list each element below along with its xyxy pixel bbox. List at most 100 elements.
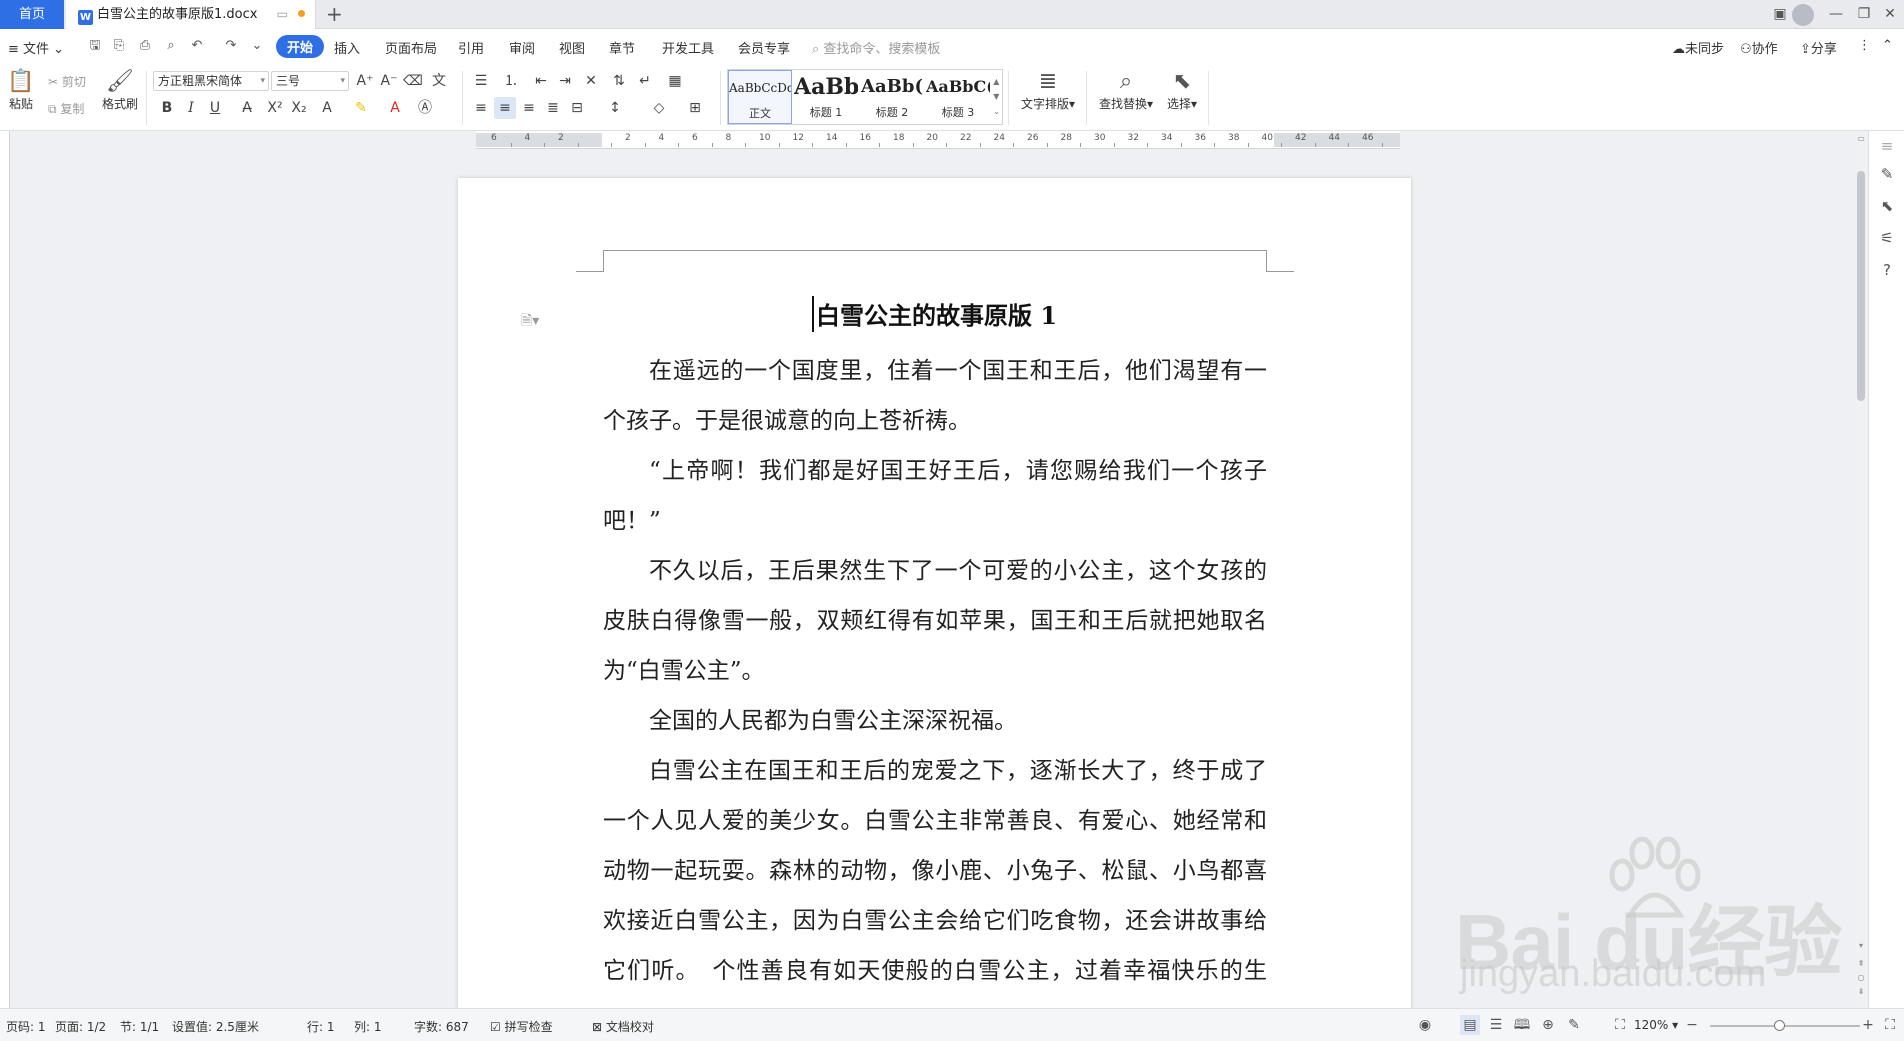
font-name-select[interactable]: 方正粗黑宋简体 ▾ bbox=[153, 71, 269, 91]
command-search[interactable]: ⌕ 查找命令、搜索模板 bbox=[812, 38, 940, 57]
restore-icon[interactable]: ❐ bbox=[1850, 0, 1878, 29]
menu-start[interactable]: 开始 bbox=[276, 35, 325, 58]
highlight-icon[interactable]: ✎ bbox=[350, 97, 372, 119]
line-spacing-icon[interactable]: ↕ bbox=[604, 97, 626, 119]
style-heading-1[interactable]: AaBb 标题 1 bbox=[794, 70, 858, 124]
zoom-slider-handle[interactable] bbox=[1774, 1020, 1785, 1031]
find-replace-button[interactable]: ⌕ 查找替换▾ bbox=[1096, 69, 1156, 112]
subscript-icon[interactable]: X₂ bbox=[288, 97, 310, 119]
select-cursor-icon[interactable]: ⬉ bbox=[1878, 197, 1896, 215]
select-button[interactable]: ⬉ 选择▾ bbox=[1162, 69, 1202, 112]
scroll-thumb[interactable] bbox=[1857, 171, 1865, 401]
outline-view-icon[interactable]: ☰ bbox=[1486, 1015, 1506, 1035]
font-size-select[interactable]: 三号 ▾ bbox=[271, 71, 349, 91]
table-tools-icon[interactable]: ▦ bbox=[664, 70, 686, 92]
menu-page-layout[interactable]: 页面布局 bbox=[385, 38, 437, 57]
fit-page-icon[interactable]: ⛶ bbox=[1610, 1015, 1630, 1035]
text-effect-icon[interactable]: A bbox=[316, 97, 338, 119]
document-page[interactable]: 🗎▾ 白雪公主的故事原版 1 在遥远的一个国度里，住着一个国王和王后，他们渴望有… bbox=[458, 178, 1411, 1008]
menu-reference[interactable]: 引用 bbox=[458, 38, 484, 57]
collab-button[interactable]: ⚇协作 bbox=[1740, 38, 1778, 57]
collapse-ribbon-icon[interactable]: ⌃ bbox=[1882, 38, 1893, 53]
spell-check-button[interactable]: ☑ 拼写检查 bbox=[490, 1018, 553, 1035]
avatar[interactable] bbox=[1792, 4, 1814, 26]
style-heading-2[interactable]: AaBb( 标题 2 bbox=[860, 70, 924, 124]
share-button[interactable]: ⇪分享 bbox=[1800, 38, 1837, 57]
align-left-icon[interactable]: ≡ bbox=[470, 97, 492, 119]
read-view-icon[interactable]: 🕮 bbox=[1512, 1015, 1532, 1035]
scroll-down-icon[interactable]: ▾ bbox=[1856, 941, 1866, 950]
undo-icon[interactable]: ↶ bbox=[188, 37, 206, 55]
zoom-in-icon[interactable]: + bbox=[1858, 1015, 1878, 1035]
redo-icon[interactable]: ↷ bbox=[222, 37, 240, 55]
panel-menu-icon[interactable]: ≡ bbox=[1878, 137, 1896, 155]
edit-icon[interactable]: ✎ bbox=[1878, 165, 1896, 183]
strikethrough-icon[interactable]: A̶ bbox=[236, 97, 258, 119]
sort-icon[interactable]: ⇅ bbox=[608, 70, 630, 92]
next-page-icon[interactable]: ⇟ bbox=[1856, 987, 1866, 996]
styles-scroll-icon[interactable]: ▲ ▼ ⌄ bbox=[993, 74, 1000, 119]
menu-insert[interactable]: 插入 bbox=[334, 38, 360, 57]
horizontal-ruler[interactable]: 6 4 2 2 4 6 8 10 12 14 16 18 20 22 24 26 28 30 32 34 36 38 40 4… bbox=[476, 131, 1400, 149]
save-icon[interactable]: 🖫 bbox=[86, 37, 104, 55]
window-icon[interactable]: ▭ bbox=[277, 7, 288, 21]
scroll-up-icon[interactable]: ▭ bbox=[1856, 134, 1866, 143]
page-view-icon[interactable]: ▤ bbox=[1460, 1015, 1480, 1035]
format-painter-button[interactable]: 🖌 格式刷 bbox=[102, 69, 138, 112]
doc-proof-button[interactable]: ⊠ 文档校对 bbox=[592, 1018, 654, 1035]
copy-button[interactable]: ⧉ 复制 bbox=[48, 100, 84, 117]
write-view-icon[interactable]: ✎ bbox=[1564, 1015, 1584, 1035]
select-browse-icon[interactable]: ○ bbox=[1856, 973, 1866, 982]
bullet-list-icon[interactable]: ☰ bbox=[470, 70, 492, 92]
grow-font-icon[interactable]: A⁺ bbox=[354, 70, 376, 92]
chinese-layout-icon[interactable]: ✕ bbox=[580, 70, 602, 92]
more-icon[interactable]: ⋮ bbox=[1858, 38, 1871, 53]
font-color-icon[interactable]: A bbox=[384, 97, 406, 119]
cut-button[interactable]: ✂ 剪切 bbox=[48, 73, 86, 90]
minimize-icon[interactable]: — bbox=[1822, 0, 1850, 29]
paragraph-handle-icon[interactable]: 🗎▾ bbox=[521, 310, 539, 334]
borders-icon[interactable]: ⊞ bbox=[684, 97, 706, 119]
print-icon[interactable]: ⎙ bbox=[136, 37, 154, 55]
menu-dev-tools[interactable]: 开发工具 bbox=[662, 38, 714, 57]
vertical-scrollbar[interactable]: ▭ ▾ ⇞ ○ ⇟ bbox=[1854, 131, 1868, 1008]
status-words[interactable]: 字数: 687 bbox=[414, 1018, 469, 1035]
print-preview-icon[interactable]: ⌕ bbox=[162, 37, 180, 55]
style-normal[interactable]: AaBbCcDd 正文 bbox=[728, 70, 792, 124]
zoom-slider[interactable] bbox=[1710, 1025, 1860, 1027]
align-right-icon[interactable]: ≡ bbox=[518, 97, 540, 119]
zoom-out-icon[interactable]: − bbox=[1682, 1015, 1702, 1035]
superscript-icon[interactable]: X² bbox=[264, 97, 286, 119]
status-pages[interactable]: 页面: 1/2 bbox=[55, 1018, 106, 1035]
paste-button[interactable]: 📋 粘贴 bbox=[6, 69, 36, 112]
underline-icon[interactable]: U bbox=[204, 97, 226, 119]
align-center-icon[interactable]: ≡ bbox=[494, 97, 516, 119]
new-tab-button[interactable]: + bbox=[326, 0, 343, 28]
fullscreen-icon[interactable]: ⛶ bbox=[1880, 1015, 1900, 1035]
tab-home[interactable]: 首页 bbox=[0, 0, 64, 29]
distribute-icon[interactable]: ⊟ bbox=[566, 97, 588, 119]
sync-button[interactable]: ☁未同步 bbox=[1672, 38, 1724, 57]
help-icon[interactable]: ? bbox=[1878, 261, 1896, 279]
close-icon[interactable]: ✕ bbox=[1876, 0, 1904, 29]
phonetic-icon[interactable]: 文 bbox=[428, 70, 450, 92]
menu-review[interactable]: 审阅 bbox=[509, 38, 535, 57]
text-layout-button[interactable]: ≣ 文字排版▾ bbox=[1018, 69, 1078, 112]
file-menu[interactable]: ≡ 文件 ⌄ bbox=[8, 38, 64, 57]
prev-page-icon[interactable]: ⇞ bbox=[1856, 959, 1866, 968]
bold-icon[interactable]: B bbox=[156, 97, 178, 119]
export-icon[interactable]: ⎘ bbox=[110, 37, 128, 55]
number-list-icon[interactable]: ⒈ bbox=[500, 70, 522, 92]
tab-document[interactable]: W 白雪公主的故事原版1.docx ▭ bbox=[66, 0, 316, 29]
vertical-ruler[interactable] bbox=[0, 131, 10, 1008]
layout-icon[interactable]: ▣ bbox=[1766, 0, 1794, 29]
web-view-icon[interactable]: ⊕ bbox=[1538, 1015, 1558, 1035]
decrease-indent-icon[interactable]: ⇤ bbox=[530, 70, 552, 92]
menu-chapter[interactable]: 章节 bbox=[609, 38, 635, 57]
shading-icon[interactable]: ◇ bbox=[648, 97, 670, 119]
eye-protection-icon[interactable]: ◉ bbox=[1415, 1015, 1435, 1035]
zoom-level[interactable]: 120% ▾ bbox=[1634, 1018, 1678, 1032]
increase-indent-icon[interactable]: ⇥ bbox=[554, 70, 576, 92]
shrink-font-icon[interactable]: A⁻ bbox=[378, 70, 400, 92]
document-title[interactable]: 白雪公主的故事原版 1 bbox=[603, 296, 1266, 332]
